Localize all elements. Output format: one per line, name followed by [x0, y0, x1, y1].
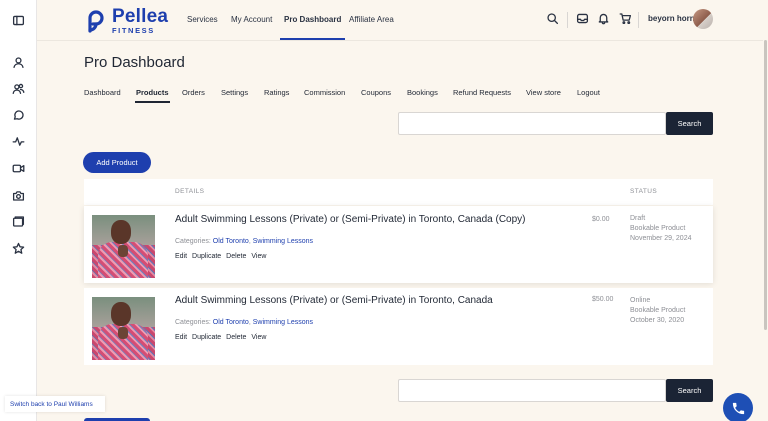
header-divider [567, 12, 568, 28]
bell-icon[interactable] [597, 12, 610, 28]
product-type: Bookable Product [630, 225, 686, 232]
tab-logout[interactable]: Logout [577, 88, 600, 97]
call-button[interactable] [723, 393, 753, 421]
details-header: DETAILS [175, 188, 205, 195]
tab-settings[interactable]: Settings [221, 88, 248, 97]
tab-commission[interactable]: Commission [304, 88, 345, 97]
page-title: Pro Dashboard [84, 54, 185, 71]
scrollbar-thumb[interactable] [764, 40, 767, 330]
brand-sub: FITNESS [112, 26, 155, 36]
avatar[interactable] [693, 9, 713, 29]
product-price: $50.00 [592, 296, 614, 303]
status-header: STATUS [630, 188, 658, 195]
category-link[interactable]: Swimming Lessons [253, 238, 313, 245]
category-separator: , [248, 319, 251, 326]
users-icon[interactable] [11, 81, 26, 96]
tab-coupons[interactable]: Coupons [361, 88, 391, 97]
status-cell: Online Bookable Product October 30, 2020 [630, 296, 685, 326]
edit-link[interactable]: Edit [175, 334, 187, 341]
product-thumbnail[interactable] [92, 297, 155, 360]
star-icon[interactable] [11, 241, 26, 256]
tab-bookings[interactable]: Bookings [407, 88, 438, 97]
header-divider [638, 12, 639, 28]
category-link[interactable]: Swimming Lessons [253, 319, 313, 326]
product-categories: Categories: Old Toronto, Swimming Lesson… [175, 238, 313, 245]
search-input[interactable] [398, 112, 666, 135]
table-row: Adult Swimming Lessons (Private) or (Sem… [84, 206, 713, 283]
pellea-logo-icon [88, 10, 104, 33]
delete-link[interactable]: Delete [226, 253, 246, 260]
folder-icon[interactable] [11, 214, 26, 229]
switch-back-link[interactable]: Switch back to Paul Williams [5, 396, 105, 412]
tab-dashboard[interactable]: Dashboard [84, 88, 121, 97]
row-actions: Edit Duplicate Delete View [175, 253, 269, 260]
product-price: $0.00 [592, 216, 610, 223]
activity-icon[interactable] [11, 134, 26, 149]
cart-icon[interactable] [619, 12, 632, 28]
category-link[interactable]: Old Toronto [213, 319, 249, 326]
product-date: November 29, 2024 [630, 235, 692, 242]
bottom-search-input[interactable] [398, 379, 666, 402]
tab-view-store[interactable]: View store [526, 88, 561, 97]
status-text: Online [630, 297, 651, 304]
nav-affiliate-area[interactable]: Affiliate Area [349, 0, 394, 40]
icon-rail [0, 0, 37, 421]
search-button[interactable]: Search [666, 112, 713, 135]
product-date: October 30, 2020 [630, 317, 685, 324]
row-actions: Edit Duplicate Delete View [175, 334, 269, 341]
duplicate-link[interactable]: Duplicate [192, 253, 221, 260]
status-cell: Draft Bookable Product November 29, 2024 [630, 214, 691, 244]
user-name[interactable]: beyorn horn [648, 14, 695, 23]
product-title[interactable]: Adult Swimming Lessons (Private) or (Sem… [175, 295, 493, 306]
product-type: Bookable Product [630, 307, 686, 314]
duplicate-link[interactable]: Duplicate [192, 334, 221, 341]
table-header: DETAILS STATUS [84, 179, 713, 205]
category-link[interactable]: Old Toronto [213, 238, 249, 245]
video-icon[interactable] [11, 161, 26, 176]
add-product-button[interactable]: Add Product [83, 152, 151, 173]
view-link[interactable]: View [251, 334, 266, 341]
view-link[interactable]: View [251, 253, 266, 260]
chat-icon[interactable] [11, 108, 26, 123]
table-row: Adult Swimming Lessons (Private) or (Sem… [84, 288, 713, 365]
tab-products[interactable]: Products [135, 88, 170, 103]
nav-my-account[interactable]: My Account [231, 0, 272, 40]
phone-icon [732, 402, 744, 414]
nav-services[interactable]: Services [187, 0, 218, 40]
categories-label: Categories: [175, 319, 211, 326]
sidebar-toggle-icon[interactable] [11, 13, 26, 28]
edit-link[interactable]: Edit [175, 253, 187, 260]
brand-name: Pellea [112, 6, 169, 28]
categories-label: Categories: [175, 238, 211, 245]
tab-refund-requests[interactable]: Refund Requests [453, 88, 511, 97]
user-icon[interactable] [11, 55, 26, 70]
search-icon[interactable] [546, 12, 559, 28]
brand-logo[interactable]: Pellea FITNESS [84, 7, 168, 35]
tab-ratings[interactable]: Ratings [264, 88, 289, 97]
product-categories: Categories: Old Toronto, Swimming Lesson… [175, 319, 313, 326]
delete-link[interactable]: Delete [226, 334, 246, 341]
product-title[interactable]: Adult Swimming Lessons (Private) or (Sem… [175, 214, 526, 225]
header-divider-line [37, 40, 768, 41]
inbox-icon[interactable] [576, 12, 589, 28]
camera-icon[interactable] [11, 188, 26, 203]
nav-pro-dashboard[interactable]: Pro Dashboard [279, 0, 346, 40]
bottom-search-button[interactable]: Search [666, 379, 713, 402]
tab-orders[interactable]: Orders [182, 88, 205, 97]
product-thumbnail[interactable] [92, 215, 155, 278]
status-text: Draft [630, 215, 646, 222]
category-separator: , [248, 238, 251, 245]
